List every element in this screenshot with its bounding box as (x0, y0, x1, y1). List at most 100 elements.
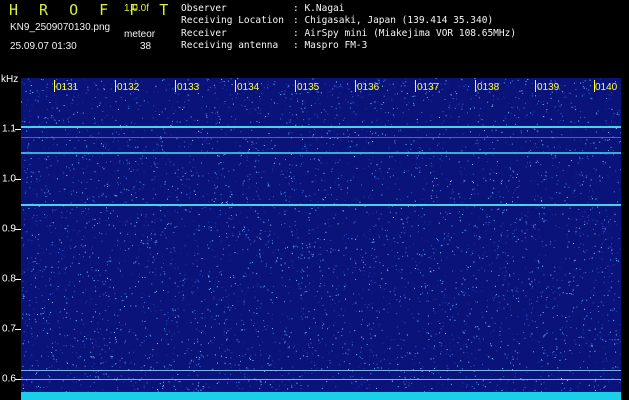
noise-dot (116, 328, 118, 329)
noise-dot (526, 229, 528, 231)
noise-dot (224, 374, 226, 375)
noise-dot (539, 380, 541, 381)
noise-dot (506, 85, 508, 87)
noise-dot (469, 197, 471, 199)
noise-dot (554, 138, 556, 140)
noise-dot (334, 181, 336, 183)
noise-dot (87, 88, 89, 90)
noise-dot (306, 266, 308, 268)
noise-dot (106, 115, 108, 116)
noise-dot (218, 170, 220, 172)
noise-dot (131, 194, 132, 196)
noise-dot (467, 160, 469, 162)
noise-dot (58, 120, 60, 122)
noise-dot (362, 260, 364, 262)
noise-dot (253, 143, 255, 145)
noise-dot (142, 242, 144, 244)
noise-dot (546, 330, 548, 332)
noise-dot (498, 208, 500, 210)
noise-dot (192, 174, 194, 176)
noise-dot (200, 132, 202, 133)
noise-dot (64, 247, 65, 249)
noise-dot (438, 222, 440, 224)
noise-dot (236, 385, 238, 387)
noise-dot (143, 385, 145, 387)
noise-dot (510, 305, 511, 307)
noise-dot (254, 297, 256, 299)
noise-dot (540, 101, 542, 103)
noise-dot (115, 195, 117, 197)
noise-dot (200, 228, 202, 230)
noise-dot (193, 119, 195, 121)
noise-dot (596, 268, 598, 270)
noise-dot (46, 109, 48, 110)
noise-dot (84, 227, 86, 229)
noise-dot (272, 251, 274, 253)
noise-dot (412, 258, 414, 260)
noise-dot (582, 332, 583, 334)
noise-dot (64, 268, 66, 270)
noise-dot (182, 294, 184, 296)
noise-dot (307, 357, 308, 359)
noise-dot (355, 263, 357, 265)
noise-dot (50, 293, 52, 295)
noise-dot (400, 355, 402, 357)
noise-dot (89, 302, 91, 304)
noise-dot (107, 186, 108, 188)
noise-dot (147, 102, 149, 104)
noise-dot (188, 196, 190, 198)
noise-dot (557, 179, 559, 181)
noise-dot (198, 130, 200, 132)
noise-dot (240, 372, 242, 373)
noise-dot (55, 156, 57, 158)
noise-dot (536, 267, 538, 269)
noise-dot (32, 217, 33, 219)
noise-dot (289, 121, 291, 123)
noise-dot (515, 290, 517, 292)
noise-dot (583, 250, 584, 252)
noise-dot (428, 224, 430, 226)
noise-dot (106, 276, 108, 278)
noise-dot (142, 277, 144, 278)
noise-dot (200, 354, 202, 355)
noise-dot (387, 254, 389, 256)
noise-dot (521, 231, 523, 233)
noise-dot (535, 380, 537, 382)
spectrogram-canvas[interactable] (21, 78, 621, 400)
noise-dot (433, 170, 435, 172)
noise-dot (471, 251, 473, 253)
noise-dot (186, 95, 188, 97)
noise-dot (38, 263, 40, 265)
noise-dot (150, 366, 152, 368)
noise-dot (321, 368, 323, 370)
freq-label-0-6: 0.6 (2, 373, 16, 385)
noise-dot (613, 361, 615, 363)
noise-dot (280, 258, 282, 260)
noise-dot (258, 160, 260, 162)
noise-dot (301, 192, 303, 193)
noise-dot (590, 297, 591, 299)
noise-dot (515, 97, 517, 98)
noise-dot (137, 164, 139, 165)
noise-dot (66, 210, 68, 212)
noise-dot (493, 148, 495, 150)
noise-dot (356, 144, 358, 146)
noise-dot (414, 210, 416, 212)
noise-dot (51, 342, 53, 344)
noise-dot (445, 302, 447, 304)
noise-dot (570, 102, 572, 104)
noise-dot (72, 364, 74, 366)
noise-dot (115, 119, 117, 121)
noise-dot (326, 132, 328, 134)
noise-dot (92, 252, 94, 254)
noise-dot (332, 376, 334, 378)
noise-dot (243, 303, 245, 305)
noise-dot (458, 193, 460, 195)
noise-dot (433, 201, 435, 202)
noise-dot (182, 299, 184, 301)
noise-dot (362, 96, 364, 98)
noise-dot (496, 208, 498, 210)
noise-dot (323, 206, 325, 208)
noise-dot (163, 128, 165, 130)
noise-dot (421, 371, 423, 372)
